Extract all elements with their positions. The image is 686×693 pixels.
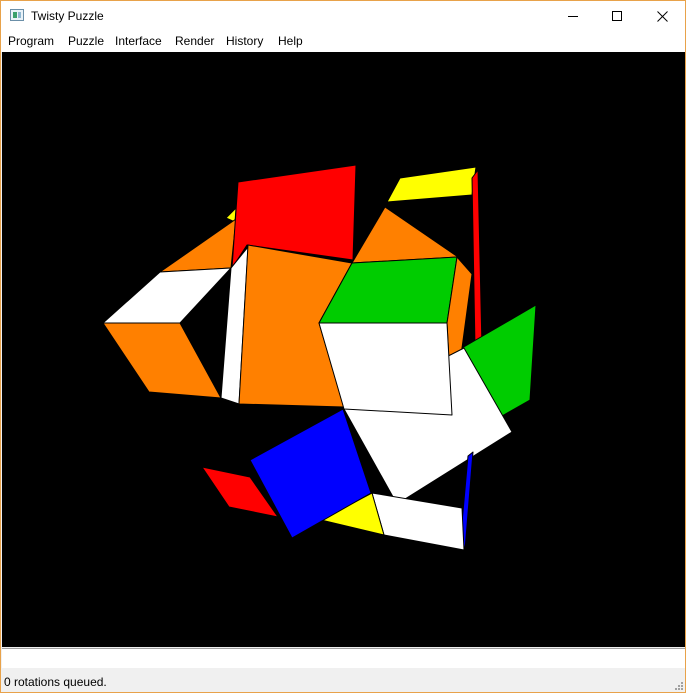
status-text: 0 rotations queued. xyxy=(4,675,107,689)
facet-orange-center-top xyxy=(351,206,459,264)
menu-program[interactable]: Program xyxy=(8,34,54,48)
menu-render[interactable]: Render xyxy=(175,34,214,48)
close-button[interactable] xyxy=(639,1,685,31)
command-input[interactable] xyxy=(2,648,685,668)
facet-orange-upper-left xyxy=(159,218,237,273)
app-window: Twisty Puzzle Program Puzzle Interface R… xyxy=(0,0,686,693)
facet-yellow-top-right xyxy=(386,166,477,203)
puzzle-app-icon xyxy=(10,9,24,21)
minimize-icon xyxy=(568,16,578,17)
resize-grip-icon[interactable] xyxy=(673,680,683,690)
status-bar: 0 rotations queued. xyxy=(1,670,685,692)
menu-history[interactable]: History xyxy=(226,34,263,48)
menu-puzzle[interactable]: Puzzle xyxy=(68,34,104,48)
facet-white-bottom xyxy=(371,492,465,551)
facet-white-left xyxy=(102,267,232,324)
puzzle-render[interactable] xyxy=(2,52,685,647)
puzzle-viewport[interactable] xyxy=(2,52,685,647)
facet-orange-left xyxy=(102,322,222,399)
close-icon xyxy=(656,10,668,22)
menu-interface[interactable]: Interface xyxy=(115,34,162,48)
minimize-button[interactable] xyxy=(550,1,596,31)
maximize-icon xyxy=(612,11,622,21)
maximize-button[interactable] xyxy=(594,1,640,31)
menu-help[interactable]: Help xyxy=(278,34,303,48)
window-title: Twisty Puzzle xyxy=(31,9,104,23)
facet-red-right-edge xyxy=(471,169,483,349)
menu-bar: Program Puzzle Interface Render History … xyxy=(1,31,685,52)
title-bar[interactable]: Twisty Puzzle xyxy=(1,1,685,31)
